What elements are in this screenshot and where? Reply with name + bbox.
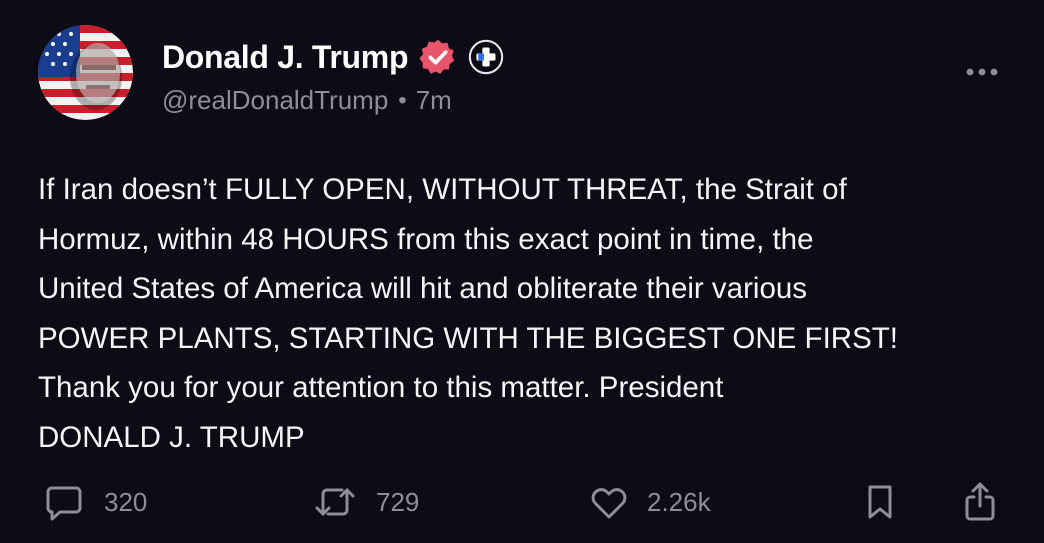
post-card: Donald J. Trump @realDonaldTrump • 7m If… xyxy=(0,0,1044,543)
author-handle[interactable]: @realDonaldTrump xyxy=(162,85,388,116)
repost-button[interactable]: 729 xyxy=(312,478,419,526)
more-icon xyxy=(966,68,998,76)
heart-icon xyxy=(587,480,631,524)
repost-count: 729 xyxy=(376,486,420,517)
avatar-image xyxy=(38,25,133,120)
bookmark-button[interactable] xyxy=(858,478,902,526)
plus-badge-icon xyxy=(466,37,506,77)
share-button[interactable] xyxy=(958,478,1002,526)
verified-badge-icon xyxy=(418,37,458,77)
share-icon xyxy=(958,480,1002,524)
post-body-text: If Iran doesn’t FULLY OPEN, WITHOUT THRE… xyxy=(38,173,898,454)
like-button[interactable]: 2.26k xyxy=(587,478,711,526)
avatar[interactable] xyxy=(38,25,133,120)
meta-separator: • xyxy=(398,86,407,114)
like-count: 2.26k xyxy=(647,486,711,517)
bookmark-icon xyxy=(858,480,902,524)
more-options-button[interactable] xyxy=(962,60,1002,84)
reply-button[interactable]: 320 xyxy=(42,478,147,526)
author-meta-row: @realDonaldTrump • 7m xyxy=(162,85,452,116)
comment-icon xyxy=(42,480,86,524)
author-name-row: Donald J. Trump xyxy=(162,34,506,80)
post-action-bar: 320 729 2.26k xyxy=(0,478,1044,526)
reply-count: 320 xyxy=(104,486,148,517)
author-display-name[interactable]: Donald J. Trump xyxy=(162,39,409,76)
post-timestamp[interactable]: 7m xyxy=(416,85,452,116)
repost-icon xyxy=(312,480,358,524)
